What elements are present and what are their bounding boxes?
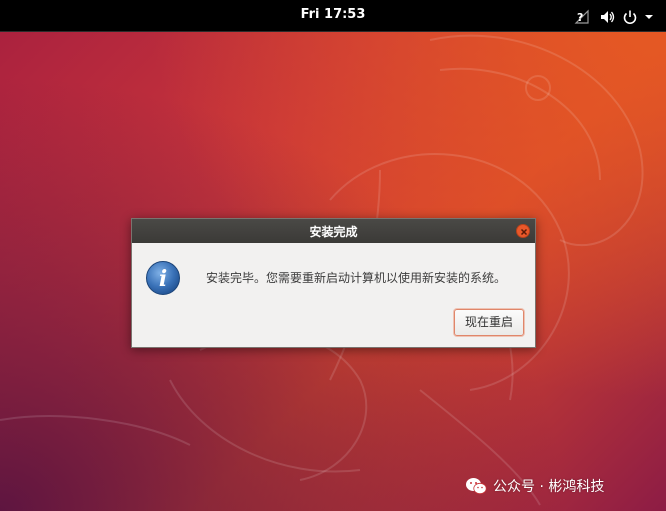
volume-icon[interactable]: [599, 8, 615, 26]
network-unknown-icon[interactable]: ?: [574, 8, 590, 26]
watermark-text: 公众号 · 彬鸿科技: [493, 479, 605, 495]
restart-now-button[interactable]: 现在重启: [454, 309, 524, 336]
watermark: 公众号 · 彬鸿科技: [465, 476, 604, 496]
dialog-message: 安装完毕。您需要重新启动计算机以使用新安装的系统。: [206, 271, 507, 285]
dialog-title: 安装完成: [309, 225, 358, 239]
close-icon: [520, 228, 528, 236]
info-icon: i: [146, 261, 180, 295]
install-complete-dialog: 安装完成 i 安装完毕。您需要重新启动计算机以使用新安装的系统。 现在重启: [131, 218, 536, 348]
svg-text:i: i: [159, 266, 167, 292]
clock[interactable]: Fri 17:53: [0, 7, 666, 22]
wechat-icon: [466, 478, 487, 495]
svg-text:?: ?: [577, 11, 583, 24]
caret-down-icon[interactable]: [644, 8, 654, 26]
top-panel: Fri 17:53 ?: [0, 0, 666, 32]
close-button[interactable]: [516, 224, 530, 238]
dialog-titlebar[interactable]: 安装完成: [132, 219, 535, 243]
power-icon[interactable]: [622, 8, 638, 26]
